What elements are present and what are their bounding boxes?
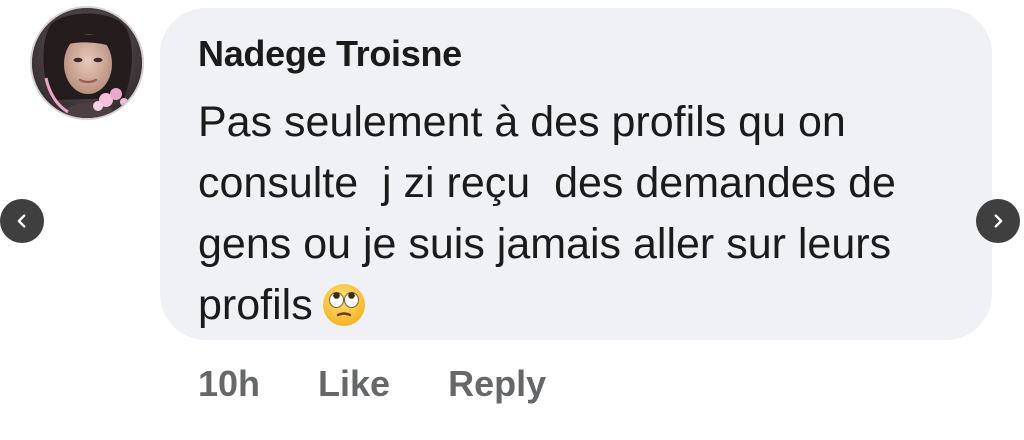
reply-button[interactable]: Reply (448, 363, 546, 405)
comment-line: profils (198, 281, 313, 329)
comment-text: Pas seulement à des profils qu on consul… (198, 92, 958, 336)
chevron-left-icon (17, 214, 26, 228)
avatar[interactable] (30, 6, 144, 120)
chevron-right-icon (994, 214, 1003, 228)
profile-photo (32, 8, 142, 118)
comment-line: consulte j zi reçu des demandes de (198, 159, 896, 207)
previous-button[interactable] (0, 199, 44, 243)
comment-actions: 10h Like Reply (198, 362, 546, 406)
next-button[interactable] (976, 199, 1020, 243)
rolling-eyes-emoji-icon (321, 282, 367, 328)
comment-bubble: Nadege Troisne Pas seulement à des profi… (160, 8, 992, 340)
comment-timestamp[interactable]: 10h (198, 363, 260, 405)
comment-screenshot: Nadege Troisne Pas seulement à des profi… (0, 0, 1024, 440)
comment-line: gens ou je suis jamais aller sur leurs (198, 220, 892, 268)
comment-line: Pas seulement à des profils qu on (198, 98, 846, 146)
like-button[interactable]: Like (318, 363, 390, 405)
comment-author[interactable]: Nadege Troisne (198, 34, 952, 74)
